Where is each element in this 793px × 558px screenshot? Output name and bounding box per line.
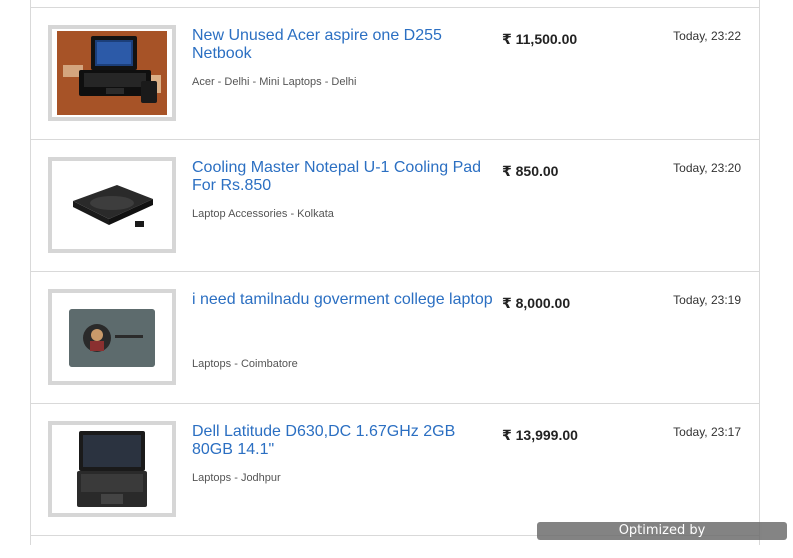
listing-row: Cooling Master Notepal U-1 Cooling Pad F… [31,140,759,272]
listing-city[interactable]: Coimbatore [241,358,298,370]
watermark: Optimized by www.ImageOptimizer.net [537,522,787,556]
dell-laptop-image [57,427,167,511]
listing-meta: Acer - Delhi - Mini Laptops - Delhi [192,75,357,89]
meta-separator: - [214,76,225,88]
listing-thumbnail-acer-netbook[interactable] [48,25,176,121]
listing-title[interactable]: i need tamilnadu goverment college lapto… [192,291,502,309]
listing-brand[interactable]: Acer [192,76,215,88]
meta-separator: - [231,358,241,370]
listing-thumbnail-dell-latitude[interactable] [48,421,176,517]
listing-title[interactable]: Cooling Master Notepal U-1 Cooling Pad F… [192,159,492,195]
listing-meta: Laptops - Coimbatore [192,357,298,371]
cooling-pad-image [57,163,167,247]
listing-meta: Laptops - Jodhpur [192,471,281,485]
listing-category[interactable]: Laptop Accessories [192,208,287,220]
listing-price: ₹ 850.00 [502,163,559,179]
listing-category[interactable]: Laptops [192,472,231,484]
meta-separator: - [249,76,260,88]
listing-container: New Unused Acer aspire one D255 Netbook … [30,0,760,545]
meta-separator: - [231,472,241,484]
meta-separator: - [287,208,298,220]
listing-price: ₹ 13,999.00 [502,427,578,443]
listing-city[interactable]: Kolkata [297,208,334,220]
listing-time: Today, 23:20 [673,161,741,175]
laptop-lid-image [57,295,167,379]
listing-city[interactable]: Delhi [331,76,356,88]
meta-separator: - [321,76,332,88]
listing-title[interactable]: Dell Latitude D630,DC 1.67GHz 2GB 80GB 1… [192,423,462,459]
listing-title[interactable]: New Unused Acer aspire one D255 Netbook [192,27,492,63]
listing-row: New Unused Acer aspire one D255 Netbook … [31,8,759,140]
listing-category[interactable]: Laptops [192,358,231,370]
listing-row: i need tamilnadu goverment college lapto… [31,272,759,404]
listing-thumbnail-cooling-pad[interactable] [48,157,176,253]
listing-time: Today, 23:22 [673,29,741,43]
listing-location[interactable]: Delhi [224,76,249,88]
listing-row: Dell Latitude D630,DC 1.67GHz 2GB 80GB 1… [31,404,759,536]
listing-price: ₹ 11,500.00 [502,31,578,47]
listing-city[interactable]: Jodhpur [241,472,281,484]
listing-price: ₹ 8,000.00 [502,295,571,311]
netbook-image [57,31,167,115]
listing-time: Today, 23:19 [673,293,741,307]
listing-meta: Laptop Accessories - Kolkata [192,207,334,221]
listing-time: Today, 23:17 [673,425,741,439]
listing-thumbnail-college-laptop[interactable] [48,289,176,385]
listing-category[interactable]: Mini Laptops [259,76,321,88]
